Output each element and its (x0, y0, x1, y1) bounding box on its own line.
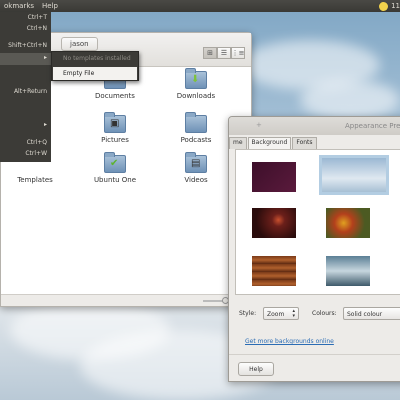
view-switcher: ⊞ ☰ ⋮≡ (203, 47, 245, 59)
submenu-arrow-icon: ▸ (43, 54, 47, 61)
more-backgrounds-link[interactable]: Get more backgrounds online (245, 338, 334, 345)
style-select[interactable]: Zoom ▴ ▾ (263, 307, 299, 320)
wallpaper-thumbnail-selected[interactable] (319, 155, 389, 195)
folder-downloads[interactable]: ⬇ Downloads (166, 68, 226, 100)
submenu-arrow-icon: ▸ (43, 121, 47, 128)
folder-icon (185, 112, 207, 133)
weather-icon[interactable] (379, 1, 389, 11)
divider (229, 354, 400, 355)
shortcut-close[interactable]: Ctrl+W (25, 150, 47, 157)
background-gallery (235, 149, 400, 295)
folder-videos[interactable]: ▤ Videos (166, 152, 226, 184)
camera-icon: ▣ (110, 118, 120, 129)
folder-label: Templates (17, 176, 53, 184)
folder-icon: ✔ (104, 152, 126, 173)
cloud (300, 80, 400, 120)
check-icon: ✔ (110, 158, 119, 169)
top-panel: okmarks Help 11 (0, 0, 400, 12)
close-icon[interactable]: + (256, 121, 262, 129)
tab-fonts[interactable]: Fonts (292, 137, 317, 149)
list-view-icon[interactable]: ☰ (217, 47, 231, 59)
wallpaper-thumbnail[interactable] (326, 256, 370, 286)
title-bar: + Appearance Prefer (229, 117, 400, 135)
folder-label: Videos (184, 176, 208, 184)
wallpaper-thumbnail[interactable] (252, 162, 296, 192)
colours-select[interactable]: Solid colour (343, 307, 400, 320)
spin-arrows-icon: ▴ ▾ (292, 308, 295, 319)
style-colour-controls: Style: Zoom ▴ ▾ Colours: Solid colour (239, 307, 400, 321)
colours-value: Solid colour (347, 311, 383, 318)
tab-theme[interactable]: me (229, 137, 247, 149)
folder-label: Ubuntu One (93, 176, 137, 184)
folder-icon: ▣ (104, 112, 126, 133)
menu-help[interactable]: Help (38, 2, 62, 10)
window-title: Appearance Prefer (345, 122, 400, 130)
tab-background[interactable]: Background (247, 137, 292, 149)
folder-podcasts[interactable]: Podcasts (166, 112, 226, 144)
system-tray: 11 (379, 0, 400, 12)
shortcut-properties[interactable]: Alt+Return (14, 88, 47, 95)
folder-label: Pictures (101, 136, 129, 144)
colours-label: Colours: (312, 310, 337, 317)
clock[interactable]: 11 (391, 2, 400, 10)
wallpaper-thumbnail[interactable] (326, 208, 370, 238)
appearance-window: + Appearance Prefer me Background Fonts … (228, 116, 400, 382)
folder-label: Podcasts (180, 136, 212, 144)
download-icon: ⬇ (191, 74, 200, 85)
film-icon: ▤ (191, 158, 201, 169)
folder-icon: ▤ (185, 152, 207, 173)
empty-file-label[interactable]: Empty File (63, 70, 94, 77)
menu-bookmarks[interactable]: okmarks (0, 2, 38, 10)
status-bar (1, 294, 251, 306)
folder-icon: ⬇ (185, 68, 207, 89)
style-value: Zoom (267, 311, 285, 318)
shortcut-new-tab[interactable]: Ctrl+T (28, 14, 47, 21)
file-menu: Ctrl+T Ctrl+N Shift+Ctrl+N ▸ Alt+Return … (0, 12, 51, 162)
folder-pictures[interactable]: ▣ Pictures (85, 112, 145, 144)
breadcrumb[interactable]: jason (61, 37, 98, 51)
folder-label: Downloads (176, 92, 216, 100)
shortcut-close-all[interactable]: Ctrl+Q (27, 139, 47, 146)
no-templates-label: No templates installed (63, 55, 131, 62)
wallpaper-thumbnail[interactable] (252, 208, 296, 238)
folder-label: Documents (95, 92, 135, 100)
wallpaper-thumbnail[interactable] (252, 256, 296, 286)
create-document-submenu: No templates installed Empty File (51, 51, 139, 81)
shortcut-new-window[interactable]: Ctrl+N (27, 25, 47, 32)
shortcut-new-folder[interactable]: Shift+Ctrl+N (8, 42, 47, 49)
compact-view-icon[interactable]: ⋮≡ (231, 47, 245, 59)
style-label: Style: (239, 310, 257, 317)
tab-bar: me Background Fonts (229, 137, 318, 149)
folder-ubuntu-one[interactable]: ✔ Ubuntu One (85, 152, 145, 184)
help-button[interactable]: Help (238, 362, 274, 376)
icon-view-icon[interactable]: ⊞ (203, 47, 217, 59)
